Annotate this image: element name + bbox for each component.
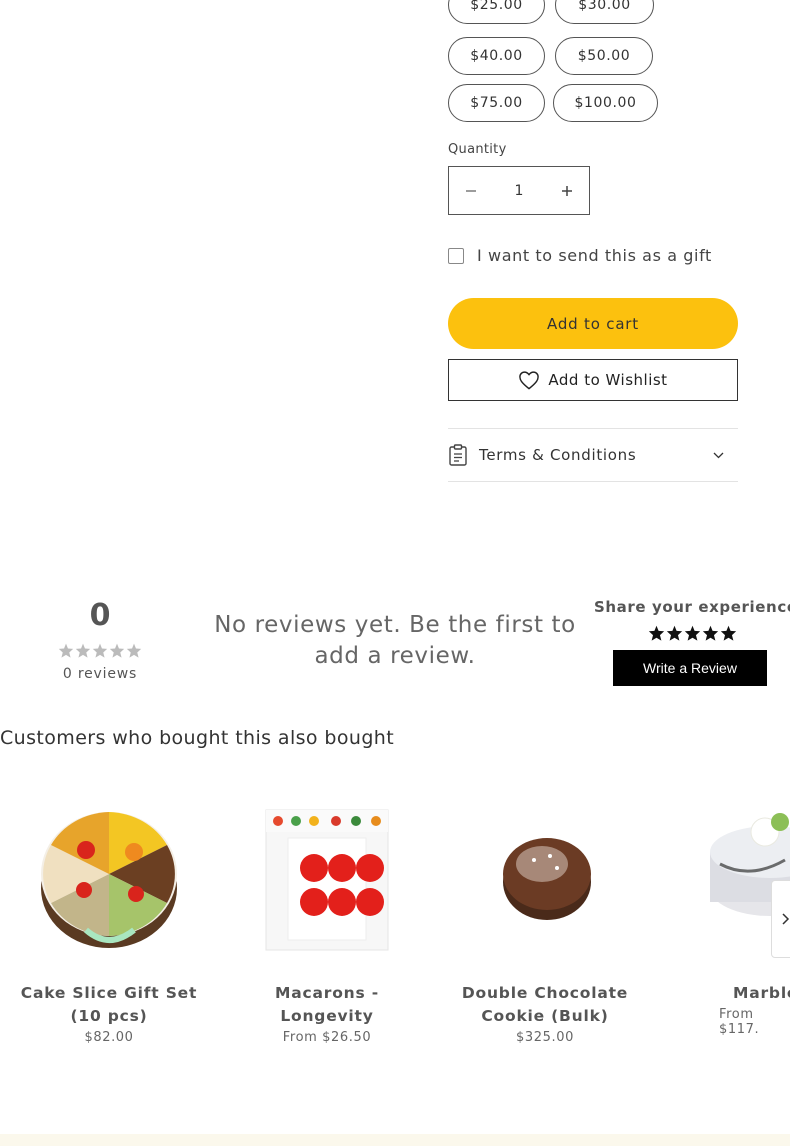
product-card[interactable]: Double Chocolate Cookie (Bulk) $325.00 bbox=[445, 790, 645, 1045]
quantity-stepper bbox=[448, 166, 590, 215]
terms-label: Terms & Conditions bbox=[479, 446, 637, 464]
increase-quantity-button[interactable] bbox=[545, 167, 589, 214]
amount-option[interactable]: $30.00 bbox=[555, 0, 654, 24]
amount-option[interactable]: $100.00 bbox=[553, 84, 658, 122]
star-icon[interactable] bbox=[702, 625, 719, 641]
rating-input-stars[interactable] bbox=[648, 625, 737, 641]
product-price: $82.00 bbox=[84, 1030, 134, 1045]
star-icon bbox=[109, 643, 125, 658]
product-price: From $26.50 bbox=[282, 1030, 372, 1045]
write-review-button[interactable]: Write a Review bbox=[613, 650, 767, 686]
star-icon bbox=[58, 643, 74, 658]
product-image[interactable] bbox=[244, 790, 410, 956]
amount-option[interactable]: $75.00 bbox=[448, 84, 545, 122]
footer-background bbox=[0, 1134, 790, 1146]
star-icon bbox=[92, 643, 108, 658]
clipboard-icon bbox=[449, 444, 467, 466]
star-icon[interactable] bbox=[666, 625, 683, 641]
plus-icon bbox=[562, 185, 572, 196]
minus-icon bbox=[466, 189, 476, 192]
add-to-wishlist-button[interactable]: Add to Wishlist bbox=[448, 359, 738, 401]
product-card[interactable]: Macarons - Longevity From $26.50 bbox=[227, 790, 427, 1045]
amount-option[interactable]: $50.00 bbox=[555, 37, 653, 75]
review-count: 0 reviews bbox=[62, 666, 138, 682]
amount-option[interactable]: $40.00 bbox=[448, 37, 545, 75]
product-image[interactable] bbox=[462, 790, 628, 956]
product-name[interactable]: Marble bbox=[663, 982, 790, 1005]
also-bought-title: Customers who bought this also bought bbox=[0, 727, 395, 749]
product-name[interactable]: Cake Slice Gift Set (10 pcs) bbox=[9, 982, 209, 1028]
star-icon[interactable] bbox=[648, 625, 665, 641]
quantity-input[interactable] bbox=[494, 182, 544, 199]
star-icon[interactable] bbox=[720, 625, 737, 641]
amount-option[interactable]: $25.00 bbox=[448, 0, 545, 24]
product-name[interactable]: Macarons - Longevity bbox=[227, 982, 427, 1028]
terms-accordion[interactable]: Terms & Conditions bbox=[448, 428, 738, 482]
review-average: 0 bbox=[89, 598, 111, 633]
star-icon bbox=[126, 643, 142, 658]
product-card[interactable]: Cake Slice Gift Set (10 pcs) $82.00 bbox=[9, 790, 209, 1045]
quantity-label: Quantity bbox=[448, 142, 507, 157]
gift-checkbox-label[interactable]: I want to send this as a gift bbox=[477, 246, 712, 265]
product-name[interactable]: Double Chocolate Cookie (Bulk) bbox=[445, 982, 645, 1028]
no-reviews-message: No reviews yet. Be the first to add a re… bbox=[214, 612, 576, 669]
product-price: $325.00 bbox=[516, 1030, 574, 1045]
gift-option: I want to send this as a gift bbox=[448, 246, 712, 265]
add-to-cart-button[interactable]: Add to cart bbox=[448, 298, 738, 349]
heart-icon bbox=[519, 371, 540, 390]
gift-checkbox[interactable] bbox=[448, 247, 464, 264]
chevron-right-icon bbox=[782, 913, 790, 925]
carousel-next-button[interactable] bbox=[771, 880, 790, 958]
product-price: From $117. bbox=[719, 1007, 760, 1037]
star-icon bbox=[75, 643, 91, 658]
product-image[interactable] bbox=[26, 790, 192, 956]
decrease-quantity-button[interactable] bbox=[449, 167, 493, 214]
share-experience-title: Share your experience bbox=[594, 598, 790, 616]
review-stars bbox=[58, 643, 142, 658]
chevron-down-icon bbox=[713, 452, 724, 458]
star-icon[interactable] bbox=[684, 625, 701, 641]
wishlist-label: Add to Wishlist bbox=[548, 371, 668, 389]
